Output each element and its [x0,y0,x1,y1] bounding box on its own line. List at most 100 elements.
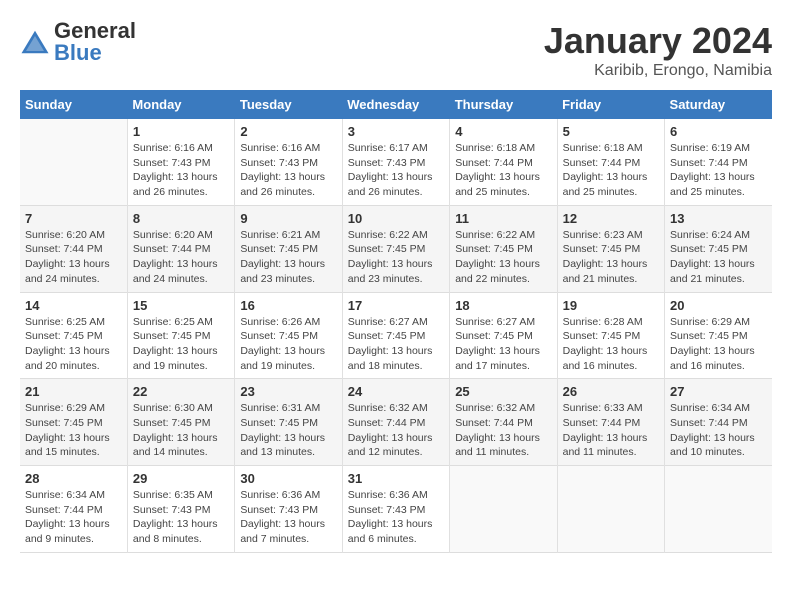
title-section: January 2024 Karibib, Erongo, Namibia [544,20,772,80]
day-number: 14 [25,298,122,313]
calendar-week-3: 14 Sunrise: 6:25 AM Sunset: 7:45 PM Dayli… [20,292,772,379]
logo-icon [20,27,50,57]
calendar-week-5: 28 Sunrise: 6:34 AM Sunset: 7:44 PM Dayli… [20,466,772,553]
day-number: 2 [240,124,336,139]
calendar-cell: 20 Sunrise: 6:29 AM Sunset: 7:45 PM Dayli… [665,292,772,379]
day-info: Sunrise: 6:36 AM Sunset: 7:43 PM Dayligh… [240,488,336,547]
day-number: 23 [240,384,336,399]
day-info: Sunrise: 6:29 AM Sunset: 7:45 PM Dayligh… [670,315,767,374]
calendar-cell: 12 Sunrise: 6:23 AM Sunset: 7:45 PM Dayli… [557,205,664,292]
day-number: 10 [348,211,444,226]
calendar-cell: 16Sunrise: 6:26 AM Sunset: 7:45 PM Dayli… [235,292,342,379]
calendar-cell: 27Sunrise: 6:34 AM Sunset: 7:44 PM Dayli… [665,379,772,466]
header-day-sunday: Sunday [20,90,127,119]
day-info: Sunrise: 6:32 AM Sunset: 7:44 PM Dayligh… [455,401,551,460]
day-number: 7 [25,211,122,226]
day-info: Sunrise: 6:34 AM Sunset: 7:44 PM Dayligh… [25,488,122,547]
day-info: Sunrise: 6:22 AM Sunset: 7:45 PM Dayligh… [348,228,444,287]
calendar-cell: 13 Sunrise: 6:24 AM Sunset: 7:45 PM Dayli… [665,205,772,292]
day-number: 3 [348,124,444,139]
day-info: Sunrise: 6:29 AM Sunset: 7:45 PM Dayligh… [25,401,122,460]
day-number: 11 [455,211,551,226]
header-day-friday: Friday [557,90,664,119]
day-info: Sunrise: 6:28 AM Sunset: 7:45 PM Dayligh… [563,315,659,374]
day-info: Sunrise: 6:30 AM Sunset: 7:45 PM Dayligh… [133,401,229,460]
calendar-cell: 1 Sunrise: 6:16 AM Sunset: 7:43 PM Daylig… [127,119,234,205]
calendar-cell: 4Sunrise: 6:18 AM Sunset: 7:44 PM Daylig… [450,119,557,205]
calendar-cell: 6Sunrise: 6:19 AM Sunset: 7:44 PM Daylig… [665,119,772,205]
calendar-cell: 9 Sunrise: 6:21 AM Sunset: 7:45 PM Daylig… [235,205,342,292]
day-info: Sunrise: 6:17 AM Sunset: 7:43 PM Dayligh… [348,141,444,200]
day-info: Sunrise: 6:35 AM Sunset: 7:43 PM Dayligh… [133,488,229,547]
day-number: 21 [25,384,122,399]
day-info: Sunrise: 6:18 AM Sunset: 7:44 PM Dayligh… [563,141,659,200]
day-number: 29 [133,471,229,486]
calendar-cell [450,466,557,553]
day-number: 18 [455,298,551,313]
day-info: Sunrise: 6:16 AM Sunset: 7:43 PM Dayligh… [240,141,336,200]
day-info: Sunrise: 6:21 AM Sunset: 7:45 PM Dayligh… [240,228,336,287]
calendar-cell: 23 Sunrise: 6:31 AM Sunset: 7:45 PM Dayli… [235,379,342,466]
day-info: Sunrise: 6:25 AM Sunset: 7:45 PM Dayligh… [25,315,122,374]
day-number: 9 [240,211,336,226]
day-number: 22 [133,384,229,399]
day-info: Sunrise: 6:31 AM Sunset: 7:45 PM Dayligh… [240,401,336,460]
calendar-body: 1 Sunrise: 6:16 AM Sunset: 7:43 PM Daylig… [20,119,772,552]
calendar-cell: 8Sunrise: 6:20 AM Sunset: 7:44 PM Daylig… [127,205,234,292]
calendar-cell: 3 Sunrise: 6:17 AM Sunset: 7:43 PM Daylig… [342,119,449,205]
day-info: Sunrise: 6:20 AM Sunset: 7:44 PM Dayligh… [133,228,229,287]
day-info: Sunrise: 6:16 AM Sunset: 7:43 PM Dayligh… [133,141,229,200]
header-day-saturday: Saturday [665,90,772,119]
calendar-cell [20,119,127,205]
location-subtitle: Karibib, Erongo, Namibia [544,62,772,80]
header-day-wednesday: Wednesday [342,90,449,119]
day-number: 20 [670,298,767,313]
calendar-cell: 21 Sunrise: 6:29 AM Sunset: 7:45 PM Dayli… [20,379,127,466]
day-info: Sunrise: 6:23 AM Sunset: 7:45 PM Dayligh… [563,228,659,287]
calendar-cell: 28 Sunrise: 6:34 AM Sunset: 7:44 PM Dayli… [20,466,127,553]
day-number: 12 [563,211,659,226]
day-number: 15 [133,298,229,313]
page-header: General Blue January 2024 Karibib, Erong… [20,20,772,80]
day-number: 31 [348,471,444,486]
calendar-cell: 18 Sunrise: 6:27 AM Sunset: 7:45 PM Dayli… [450,292,557,379]
calendar-cell: 29 Sunrise: 6:35 AM Sunset: 7:43 PM Dayli… [127,466,234,553]
day-info: Sunrise: 6:25 AM Sunset: 7:45 PM Dayligh… [133,315,229,374]
calendar-week-2: 7 Sunrise: 6:20 AM Sunset: 7:44 PM Daylig… [20,205,772,292]
day-number: 25 [455,384,551,399]
day-info: Sunrise: 6:27 AM Sunset: 7:45 PM Dayligh… [348,315,444,374]
calendar-cell [665,466,772,553]
calendar-cell: 30Sunrise: 6:36 AM Sunset: 7:43 PM Dayli… [235,466,342,553]
day-number: 24 [348,384,444,399]
day-info: Sunrise: 6:20 AM Sunset: 7:44 PM Dayligh… [25,228,122,287]
calendar-cell: 5Sunrise: 6:18 AM Sunset: 7:44 PM Daylig… [557,119,664,205]
calendar-cell: 15 Sunrise: 6:25 AM Sunset: 7:45 PM Dayli… [127,292,234,379]
day-info: Sunrise: 6:34 AM Sunset: 7:44 PM Dayligh… [670,401,767,460]
day-number: 13 [670,211,767,226]
logo: General Blue [20,20,136,64]
header-row: SundayMondayTuesdayWednesdayThursdayFrid… [20,90,772,119]
day-info: Sunrise: 6:24 AM Sunset: 7:45 PM Dayligh… [670,228,767,287]
day-info: Sunrise: 6:32 AM Sunset: 7:44 PM Dayligh… [348,401,444,460]
calendar-header: SundayMondayTuesdayWednesdayThursdayFrid… [20,90,772,119]
calendar-week-1: 1 Sunrise: 6:16 AM Sunset: 7:43 PM Daylig… [20,119,772,205]
calendar-cell: 2 Sunrise: 6:16 AM Sunset: 7:43 PM Daylig… [235,119,342,205]
day-number: 28 [25,471,122,486]
calendar-cell: 7 Sunrise: 6:20 AM Sunset: 7:44 PM Daylig… [20,205,127,292]
day-info: Sunrise: 6:27 AM Sunset: 7:45 PM Dayligh… [455,315,551,374]
logo-blue-text: Blue [54,42,136,64]
calendar-cell: 17 Sunrise: 6:27 AM Sunset: 7:45 PM Dayli… [342,292,449,379]
day-number: 17 [348,298,444,313]
month-title: January 2024 [544,20,772,62]
day-info: Sunrise: 6:19 AM Sunset: 7:44 PM Dayligh… [670,141,767,200]
calendar-cell: 11Sunrise: 6:22 AM Sunset: 7:45 PM Dayli… [450,205,557,292]
calendar-cell: 14 Sunrise: 6:25 AM Sunset: 7:45 PM Dayli… [20,292,127,379]
logo-general-text: General [54,20,136,42]
calendar-cell: 19Sunrise: 6:28 AM Sunset: 7:45 PM Dayli… [557,292,664,379]
day-number: 1 [133,124,229,139]
calendar-cell: 26Sunrise: 6:33 AM Sunset: 7:44 PM Dayli… [557,379,664,466]
day-number: 4 [455,124,551,139]
calendar-cell [557,466,664,553]
calendar-cell: 22 Sunrise: 6:30 AM Sunset: 7:45 PM Dayli… [127,379,234,466]
calendar-cell: 24 Sunrise: 6:32 AM Sunset: 7:44 PM Dayli… [342,379,449,466]
